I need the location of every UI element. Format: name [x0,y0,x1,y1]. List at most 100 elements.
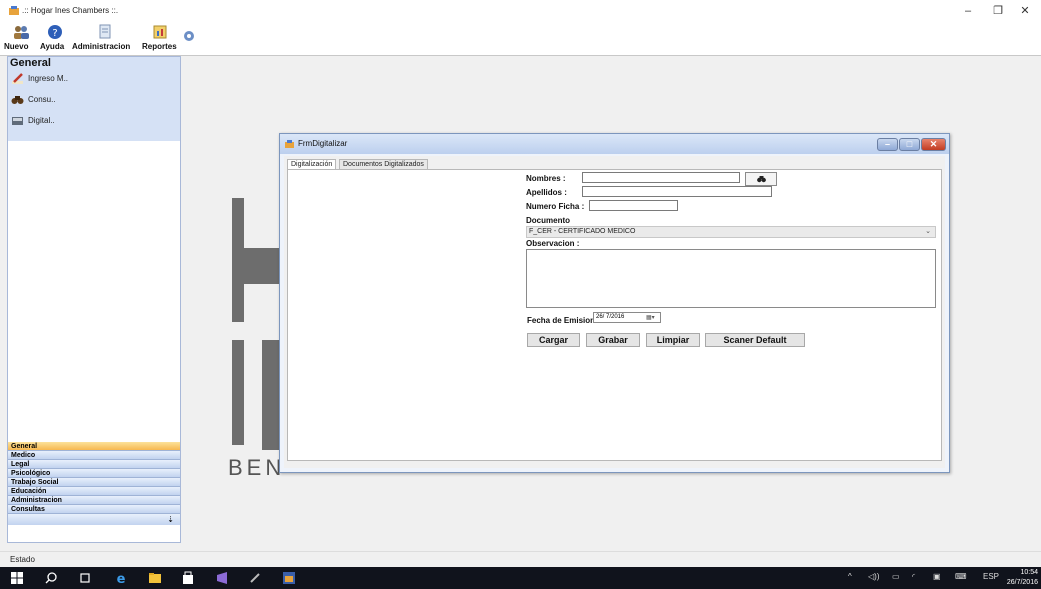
nav-item-consultas[interactable]: Consu.. [8,90,180,110]
keyboard-icon[interactable]: ⌨ [955,572,967,581]
form-body: Digitalización Documentos Digitalizados … [284,156,945,468]
nombres-input[interactable] [582,172,740,183]
report-icon [153,25,167,39]
numero-ficha-label: Numero Ficha : [526,202,585,211]
tab-digitalizacion[interactable]: Digitalización [287,159,337,169]
app-taskbar-icon[interactable] [282,571,296,585]
tab-documentos-digitalizados[interactable]: Documentos Digitalizados [339,159,428,169]
exit-icon[interactable] [183,30,195,42]
binoculars-icon [11,96,24,104]
document-icon [99,24,111,39]
nav-categories: General Medico Legal Psicológico Trabajo… [8,442,180,525]
observacion-label: Observacion : [526,239,580,248]
edge-browser-icon[interactable]: e [114,571,128,585]
svg-text:?: ? [52,28,57,39]
nav-category-general[interactable]: General [8,442,180,451]
chevron-down-icon: ⌄ [925,228,931,235]
nav-item-label: Ingreso M.. [28,74,69,83]
logo-text: BEN [228,455,286,480]
administracion-button[interactable]: Administracion [72,24,138,54]
clock-date: 26/7/2016 [1006,579,1038,586]
tool-icon[interactable] [248,571,262,585]
nuevo-button[interactable]: Nuevo [4,24,38,54]
observacion-textarea[interactable] [526,249,936,308]
nav-group: Ingreso M.. Consu.. Digital.. [8,69,180,141]
nav-category-educacion[interactable]: Educación [8,487,180,496]
clock-time: 10:54 [1020,569,1038,576]
search-icon[interactable] [44,571,58,585]
fecha-emision-label: Fecha de Emision: [527,316,598,325]
pencil-icon [12,73,23,84]
form-minimize-button[interactable]: – [877,138,898,151]
toolbar: Nuevo ? Ayuda Administracion Reportes [0,22,1041,56]
binoculars-icon [757,176,766,183]
nav-item-digital[interactable]: Digital.. [8,111,180,131]
logo-bar [244,248,284,284]
nav-category-administracion[interactable]: Administracion [8,496,180,505]
visual-studio-icon[interactable] [215,571,229,585]
nav-category-legal[interactable]: Legal [8,460,180,469]
language-indicator[interactable]: ESP [983,572,999,581]
nav-item-label: Consu.. [28,95,56,104]
digitalizar-window: FrmDigitalizar – □ ✕ Digitalización Docu… [279,133,950,473]
fecha-emision-picker[interactable]: 26/ 7/2016 ▦▾ [593,312,661,323]
store-icon[interactable] [181,571,195,585]
nav-item-label: Digital.. [28,116,55,125]
documento-select[interactable]: F_CER - CERTIFICADO MEDICO ⌄ [526,226,936,238]
logo-bar [232,340,244,445]
limpiar-button[interactable]: Limpiar [646,333,700,347]
minimize-button[interactable]: – [955,3,981,19]
calendar-icon[interactable]: ▦▾ [646,314,659,322]
users-icon [14,26,29,39]
ayuda-button[interactable]: ? Ayuda [40,24,70,54]
chevron-up-icon[interactable]: ^ [848,572,852,581]
notification-icon[interactable]: ▣ [933,572,941,581]
chevron-down-icon: ⇣ [167,515,174,524]
wifi-icon[interactable]: ◜ [912,572,915,581]
nav-category-psicologico[interactable]: Psicológico [8,469,180,478]
nav-item-ingreso[interactable]: Ingreso M.. [8,69,180,89]
tab-page-digitalizacion: Nombres : Apellidos : Numero Ficha : Doc… [287,169,942,461]
maximize-button[interactable]: ❐ [985,3,1011,19]
nav-category-trabajo-social[interactable]: Trabajo Social [8,478,180,487]
search-button[interactable] [745,172,777,186]
documento-selected-value: F_CER - CERTIFICADO MEDICO [529,228,636,235]
nav-header: General [8,57,180,69]
numero-ficha-input[interactable] [589,200,678,211]
ayuda-label: Ayuda [40,42,65,51]
cargar-button[interactable]: Cargar [527,333,580,347]
window-title: .:: Hogar Ines Chambers ::. [22,6,119,15]
task-view-icon[interactable] [78,571,92,585]
scanner-icon [12,117,23,125]
reportes-label: Reportes [142,42,177,51]
app-icon [9,6,19,15]
app-window: .:: Hogar Ines Chambers ::. – ❐ ✕ Nuevo … [0,0,1041,589]
documento-label: Documento [526,216,570,225]
nombres-label: Nombres : [526,174,566,183]
help-icon: ? [48,25,62,39]
nav-category-medico[interactable]: Medico [8,451,180,460]
title-bar: .:: Hogar Ines Chambers ::. – ❐ ✕ [0,0,1041,22]
fecha-emision-value: 26/ 7/2016 [596,314,625,320]
form-maximize-button[interactable]: □ [899,138,920,151]
clock[interactable]: 10:54 26/7/2016 [1007,568,1038,588]
status-bar: Estado [0,551,1041,567]
volume-icon[interactable]: ◁)) [868,572,879,581]
form-title: FrmDigitalizar [298,139,348,148]
form-icon [285,140,294,148]
nav-overflow-button[interactable]: ⇣ [8,514,180,525]
close-button[interactable]: ✕ [1012,3,1038,19]
scaner-default-button[interactable]: Scaner Default [705,333,805,347]
apellidos-input[interactable] [582,186,772,197]
windows-start-icon[interactable] [10,571,24,585]
logo-bar [262,340,280,450]
grabar-button[interactable]: Grabar [586,333,640,347]
reportes-button[interactable]: Reportes [142,24,178,54]
nav-category-consultas[interactable]: Consultas [8,505,180,514]
battery-icon[interactable]: ▭ [892,572,900,581]
form-close-button[interactable]: ✕ [921,138,946,151]
file-explorer-icon[interactable] [148,571,162,585]
svg-text:e: e [117,572,126,585]
apellidos-label: Apellidos : [526,188,567,197]
nuevo-label: Nuevo [4,42,29,51]
